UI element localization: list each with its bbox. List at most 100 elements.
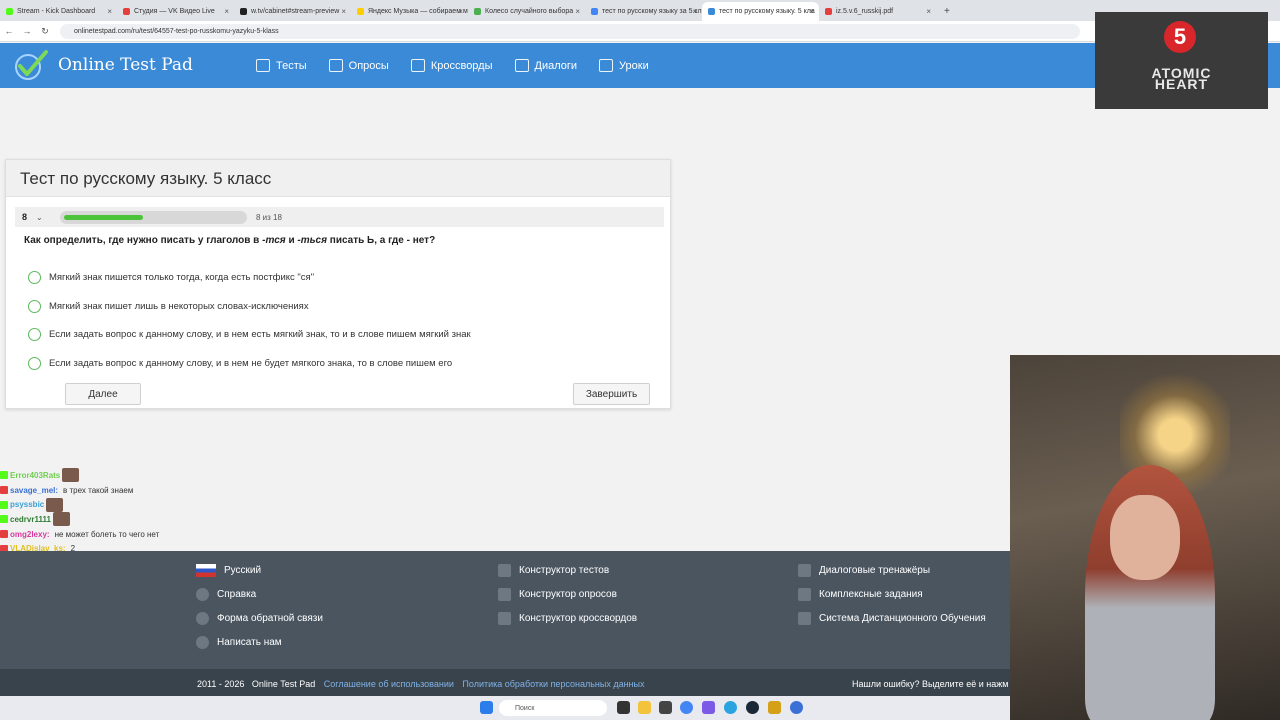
url-field[interactable]: onlinetestpad.com/ru/test/64557-test-po-… — [60, 23, 1080, 39]
messenger-icon[interactable] — [790, 701, 803, 714]
footer-link[interactable]: Справка — [196, 587, 323, 602]
chevron-down-icon[interactable]: ⌄ — [36, 213, 58, 222]
trainer-icon — [798, 588, 811, 601]
answer-option[interactable]: Мягкий знак пишется только тогда, когда … — [28, 263, 471, 292]
lock-icon[interactable] — [768, 701, 781, 714]
forward-icon[interactable]: → — [18, 26, 36, 36]
chrome-icon[interactable] — [680, 701, 693, 714]
chat-message: omg2lexy: не может болеть то чего нет — [0, 527, 200, 542]
found-bug-text: Нашли ошибку? Выделите её и нажм — [852, 679, 1009, 689]
tab-title: Студия — VK Видео Live — [134, 8, 215, 15]
finish-button[interactable]: Завершить — [573, 383, 650, 405]
browser-tab[interactable]: Яндекс Музыка — собираем м × — [351, 2, 468, 21]
discord-icon[interactable] — [702, 701, 715, 714]
file-explorer-icon[interactable] — [638, 701, 651, 714]
game-title: ATOMIC HEART — [1095, 66, 1268, 91]
tab-favicon-icon — [6, 8, 13, 15]
nav-item[interactable]: Опросы — [328, 59, 389, 72]
footer-link[interactable]: Система Дистанционного Обучения — [798, 611, 986, 626]
browser-tab[interactable]: тест по русскому языку за 5 кл × — [585, 2, 702, 21]
nav-item-label: Опросы — [348, 59, 389, 72]
new-tab-button[interactable]: + — [936, 2, 958, 21]
footer-link[interactable]: Диалоговые тренажёры — [798, 563, 986, 578]
footer-link[interactable]: Форма обратной связи — [196, 611, 323, 626]
browser-tab[interactable]: Студия — VK Видео Live × — [117, 2, 234, 21]
browser-tab[interactable]: Stream - Kick Dashboard × — [0, 2, 117, 21]
platform-badge-icon — [0, 515, 8, 524]
radio-button[interactable] — [28, 299, 41, 313]
nav-item[interactable]: Кроссворды — [410, 59, 493, 72]
start-icon[interactable] — [480, 701, 493, 714]
constructor-icon — [498, 564, 511, 577]
chat-text: в трех такой знаем — [63, 485, 134, 495]
flag-icon — [196, 564, 216, 577]
browser-tab[interactable]: тест по русскому языку. 5 кла × — [702, 2, 819, 21]
copyright: 2011 - 2026 Online Test Pad Соглашение о… — [197, 679, 645, 689]
task-view-icon[interactable] — [617, 701, 630, 714]
tab-close-icon[interactable]: × — [926, 7, 931, 16]
main-nav: Тесты Опросы Кроссворды Диалоги Уроки — [256, 43, 649, 88]
tab-close-icon[interactable]: × — [809, 7, 814, 16]
answer-option[interactable]: Мягкий знак пишет лишь в некоторых слова… — [28, 292, 471, 321]
tab-close-icon[interactable]: × — [107, 7, 112, 16]
radio-button[interactable] — [28, 356, 41, 370]
footer-col-1: Русский Справка Форма обратной связи Написа… — [196, 563, 323, 650]
browser-tab[interactable]: w.tv/cabinet#stream-preview × — [234, 2, 351, 21]
tab-title: Stream - Kick Dashboard — [17, 8, 96, 15]
footer-col-2: Конструктор тестов Конструктор опросов Кон… — [498, 563, 637, 626]
tab-title: Колесо случайного выбора — [485, 8, 574, 15]
progress-fill — [64, 214, 144, 220]
question-text: Как определить, где нужно писать у глаго… — [24, 235, 435, 246]
nav-item[interactable]: Уроки — [599, 59, 649, 72]
tab-favicon-icon — [708, 8, 715, 15]
footer-link[interactable]: Русский — [196, 563, 323, 578]
at-icon — [196, 636, 209, 649]
footer-link-label: Конструктор опросов — [519, 589, 617, 600]
terms-link[interactable]: Соглашение об использовании — [324, 679, 454, 689]
footer-link-label: Комплексные задания — [819, 589, 923, 600]
browser-tab[interactable]: iz.5.v.6_russkij.pdf × — [819, 2, 936, 21]
tab-title: тест по русскому языку. 5 кла — [719, 8, 815, 15]
reload-icon[interactable]: ↻ — [36, 26, 54, 37]
taskbar-search[interactable]: Поиск — [499, 700, 607, 716]
tab-close-icon[interactable]: × — [458, 7, 463, 16]
trainer-icon — [798, 564, 811, 577]
next-button[interactable]: Далее — [65, 383, 141, 405]
back-icon[interactable]: ← — [0, 26, 18, 36]
tab-strip: Stream - Kick Dashboard × Студия — VK Виде… — [0, 0, 1280, 21]
chat-message: cedrvr1111 — [0, 512, 200, 527]
tab-close-icon[interactable]: × — [692, 7, 697, 16]
chat-username: cedrvr1111 — [10, 514, 51, 524]
nav-item[interactable]: Тесты — [256, 59, 307, 72]
tab-favicon-icon — [123, 8, 130, 15]
copyright-bar: 2011 - 2026 Online Test Pad Соглашение о… — [0, 669, 1010, 696]
footer-link[interactable]: Комплексные задания — [798, 587, 986, 602]
game-number-badge: 5 — [1164, 21, 1196, 53]
footer-link[interactable]: Написать нам — [196, 635, 323, 650]
chat-username: savage_mel: — [10, 485, 59, 495]
answer-option[interactable]: Если задать вопрос к данному слову, и в … — [28, 320, 471, 349]
steam-icon[interactable] — [746, 701, 759, 714]
tab-close-icon[interactable]: × — [224, 7, 229, 16]
footer-link-label: Русский — [224, 565, 262, 576]
app-icon[interactable] — [659, 701, 672, 714]
footer-link[interactable]: Конструктор кроссвордов — [498, 611, 637, 626]
answer-option[interactable]: Если задать вопрос к данному слову, и в … — [28, 349, 471, 378]
tab-close-icon[interactable]: × — [575, 7, 580, 16]
tab-close-icon[interactable]: × — [341, 7, 346, 16]
nav-item[interactable]: Диалоги — [514, 59, 577, 72]
radio-button[interactable] — [28, 328, 41, 342]
footer-col-3: Диалоговые тренажёры Комплексные задания С… — [798, 563, 986, 626]
footer-link-label: Конструктор кроссвордов — [519, 613, 638, 624]
footer-link-label: Форма обратной связи — [217, 613, 323, 624]
nav-item-label: Кроссворды — [430, 59, 493, 72]
footer-link[interactable]: Конструктор тестов — [498, 563, 637, 578]
tab-title: iz.5.v.6_russkij.pdf — [836, 8, 894, 15]
question-number[interactable]: 8 — [22, 212, 36, 222]
browser-tab[interactable]: Колесо случайного выбора × — [468, 2, 585, 21]
site-logo[interactable]: Online Test Pad — [14, 49, 193, 81]
privacy-link[interactable]: Политика обработки персональных данных — [462, 679, 644, 689]
telegram-icon[interactable] — [724, 701, 737, 714]
radio-button[interactable] — [28, 270, 41, 284]
footer-link[interactable]: Конструктор опросов — [498, 587, 637, 602]
